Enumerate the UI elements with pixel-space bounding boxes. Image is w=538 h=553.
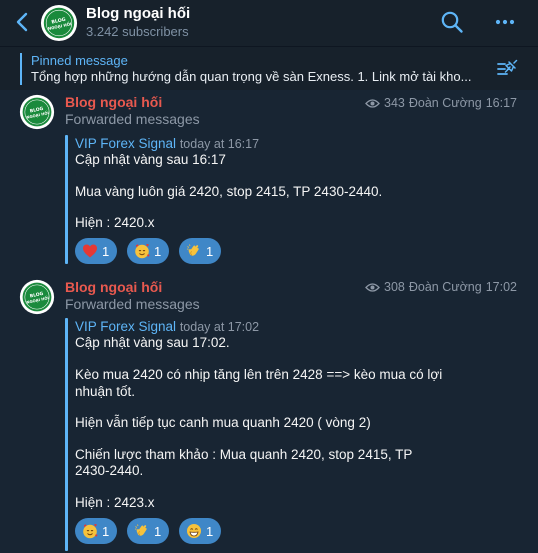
message-text-line: Kèo mua 2420 có nhịp tăng lên trên 2428 … (75, 367, 443, 382)
back-arrow-icon[interactable] (13, 11, 33, 33)
message-text-line: Hiện : 2423.x (75, 495, 155, 510)
view-count: 308 (384, 280, 405, 294)
message-signature: Đoàn Cường (408, 96, 482, 110)
message-text-line: nhuận tốt. (75, 384, 136, 399)
subscriber-count: 3.242 subscribers (86, 24, 189, 39)
clapping-hands-icon (186, 243, 202, 259)
message-meta: 343 Đoàn Cường 16:17 (365, 96, 517, 110)
message-text-line: Hiện : 2420.x (75, 215, 155, 230)
forward-quote-bar (65, 135, 68, 264)
clapping-hands-icon (134, 523, 150, 539)
message-avatar[interactable] (19, 94, 55, 130)
forward-source-line: VIP Forex Signal today at 16:17 (75, 136, 259, 151)
forward-source-line: VIP Forex Signal today at 17:02 (75, 319, 259, 334)
reaction-count: 1 (102, 243, 110, 259)
forward-quote-bar (65, 318, 68, 551)
pinned-message-bar[interactable]: Pinned message Tổng hợp những hướng dẫn … (0, 46, 538, 90)
reaction-smiling-face-with-hearts[interactable]: 1 (127, 238, 170, 264)
pinned-accent-bar (20, 53, 22, 85)
channel-title[interactable]: Blog ngoại hối (86, 5, 190, 22)
forwarded-label: Forwarded messages (65, 296, 200, 312)
view-count: 343 (384, 96, 405, 110)
smiling-face-with-hearts-icon (82, 523, 98, 539)
message-text-line: Hiện vẫn tiếp tục canh mua quanh 2420 ( … (75, 415, 371, 430)
forward-source-name[interactable]: VIP Forex Signal (75, 136, 176, 151)
message-time: 17:02 (485, 280, 517, 294)
message-avatar[interactable] (19, 279, 55, 315)
message-text-line: Cập nhật vàng sau 17:02. (75, 335, 230, 350)
forward-source-time: today at 17:02 (179, 320, 260, 334)
forward-source-time: today at 16:17 (179, 137, 260, 151)
reaction-count: 1 (102, 523, 110, 539)
reaction-count: 1 (206, 523, 214, 539)
reaction-red-heart[interactable]: 1 (75, 238, 118, 264)
message-signature: Đoàn Cường (408, 280, 482, 294)
message-meta: 308 Đoàn Cường 17:02 (365, 280, 517, 294)
smiling-face-with-hearts-icon (134, 243, 150, 259)
message-text-line: 2430-2440. (75, 463, 144, 478)
reaction-clapping-hands[interactable]: 1 (179, 238, 222, 264)
red-heart-icon (82, 243, 98, 259)
forwarded-label: Forwarded messages (65, 111, 200, 127)
message-text-line: Mua vàng luôn giá 2420, stop 2415, TP 24… (75, 184, 383, 199)
chat-header: BLOG NGOẠI HỐI Blog ngoại hối 3.242 subs… (0, 0, 538, 46)
beaming-face-icon (186, 523, 202, 539)
reaction-smiling-face-with-hearts[interactable]: 1 (75, 518, 118, 544)
views-eye-icon (365, 282, 380, 292)
views-eye-icon (365, 98, 380, 108)
message-text-line: Cập nhật vàng sau 16:17 (75, 152, 226, 167)
search-icon[interactable] (440, 10, 464, 34)
forward-source-name[interactable]: VIP Forex Signal (75, 319, 176, 334)
message-text-line: Chiến lược tham khảo : Mua quanh 2420, s… (75, 447, 413, 462)
pinned-text: Tổng hợp những hướng dẫn quan trọng về s… (31, 69, 472, 84)
channel-avatar[interactable]: BLOG NGOẠI HỐI (40, 4, 78, 42)
reaction-count: 1 (154, 523, 162, 539)
reaction-count: 1 (206, 243, 214, 259)
reaction-clapping-hands[interactable]: 1 (127, 518, 170, 544)
message-author[interactable]: Blog ngoại hối (65, 279, 162, 295)
more-options-icon[interactable] (494, 12, 516, 32)
pinned-list-icon[interactable] (496, 59, 518, 79)
pinned-title: Pinned message (31, 53, 128, 68)
reaction-count: 1 (154, 243, 162, 259)
message-author[interactable]: Blog ngoại hối (65, 94, 162, 110)
message-time: 16:17 (485, 96, 517, 110)
reaction-beaming-face[interactable]: 1 (179, 518, 222, 544)
